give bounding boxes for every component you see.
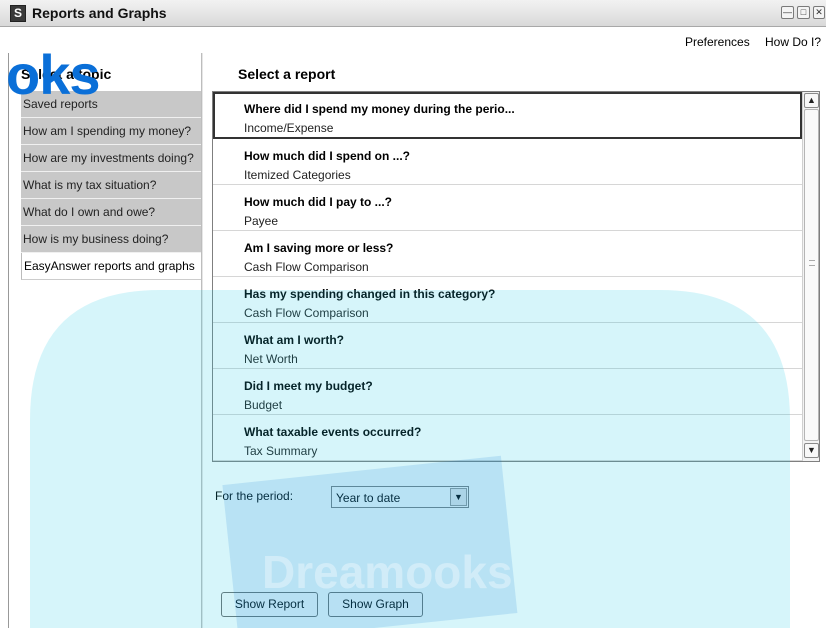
how-do-i-link[interactable]: How Do I? bbox=[765, 35, 821, 49]
report-type: Payee bbox=[244, 214, 279, 228]
topic-item-own-owe[interactable]: What do I own and owe? bbox=[21, 199, 202, 226]
topic-panel: Select a topic Saved reports How am I sp… bbox=[8, 53, 202, 628]
report-row[interactable]: Am I saving more or less? Cash Flow Comp… bbox=[213, 231, 802, 277]
show-report-button[interactable]: Show Report bbox=[221, 592, 318, 617]
topic-item-saved-reports[interactable]: Saved reports bbox=[21, 91, 202, 118]
minimize-icon[interactable]: — bbox=[781, 6, 794, 19]
report-scrollbar[interactable]: ▲ ▼ bbox=[802, 92, 819, 461]
topic-item-business[interactable]: How is my business doing? bbox=[21, 226, 202, 253]
report-question: How much did I spend on ...? bbox=[244, 149, 410, 163]
topic-heading: Select a topic bbox=[21, 66, 112, 82]
period-value: Year to date bbox=[336, 491, 401, 505]
report-row[interactable]: Where did I spend my money during the pe… bbox=[213, 92, 802, 139]
title-bar: S Reports and Graphs — □ ✕ bbox=[0, 0, 826, 27]
report-question: What taxable events occurred? bbox=[244, 425, 422, 439]
report-heading: Select a report bbox=[238, 66, 336, 82]
report-question: Am I saving more or less? bbox=[244, 241, 394, 255]
maximize-icon[interactable]: □ bbox=[797, 6, 810, 19]
close-icon[interactable]: ✕ bbox=[813, 6, 825, 19]
topic-list: Saved reports How am I spending my money… bbox=[21, 91, 202, 280]
report-row[interactable]: What am I worth? Net Worth bbox=[213, 323, 802, 369]
window-title: Reports and Graphs bbox=[32, 5, 167, 21]
scroll-down-icon[interactable]: ▼ bbox=[804, 443, 819, 458]
report-question: Did I meet my budget? bbox=[244, 379, 373, 393]
report-row[interactable]: How much did I spend on ...? Itemized Ca… bbox=[213, 139, 802, 185]
report-type: Net Worth bbox=[244, 352, 298, 366]
report-type: Cash Flow Comparison bbox=[244, 260, 369, 274]
report-row[interactable]: Has my spending changed in this category… bbox=[213, 277, 802, 323]
topic-item-easyanswer[interactable]: EasyAnswer reports and graphs bbox=[21, 253, 202, 280]
grip-icon bbox=[809, 260, 815, 266]
scroll-up-icon[interactable]: ▲ bbox=[804, 93, 819, 108]
panel-splitter[interactable] bbox=[201, 53, 203, 628]
preferences-link[interactable]: Preferences bbox=[685, 35, 750, 49]
show-graph-button[interactable]: Show Graph bbox=[328, 592, 423, 617]
period-label: For the period: bbox=[215, 489, 294, 503]
report-list: Where did I spend my money during the pe… bbox=[213, 92, 802, 461]
topic-item-investments[interactable]: How are my investments doing? bbox=[21, 145, 202, 172]
report-type: Itemized Categories bbox=[244, 168, 351, 182]
report-question: What am I worth? bbox=[244, 333, 344, 347]
scroll-thumb[interactable] bbox=[804, 109, 819, 441]
menu-row: Preferences How Do I? bbox=[0, 27, 826, 53]
report-type: Income/Expense bbox=[244, 121, 334, 135]
topic-item-spending[interactable]: How am I spending my money? bbox=[21, 118, 202, 145]
report-question: Has my spending changed in this category… bbox=[244, 287, 496, 301]
report-question: Where did I spend my money during the pe… bbox=[244, 102, 515, 116]
report-type: Cash Flow Comparison bbox=[244, 306, 369, 320]
report-row[interactable]: What taxable events occurred? Tax Summar… bbox=[213, 415, 802, 461]
app-icon: S bbox=[10, 5, 26, 22]
watermark-bottom-text: Dreamooks bbox=[262, 546, 513, 598]
period-select[interactable]: Year to date ▼ bbox=[331, 486, 469, 508]
report-type: Tax Summary bbox=[244, 444, 318, 458]
report-type: Budget bbox=[244, 398, 283, 412]
report-row[interactable]: Did I meet my budget? Budget bbox=[213, 369, 802, 415]
topic-item-tax[interactable]: What is my tax situation? bbox=[21, 172, 202, 199]
chevron-down-icon[interactable]: ▼ bbox=[450, 488, 467, 506]
report-question: How much did I pay to ...? bbox=[244, 195, 393, 209]
report-list-box: Where did I spend my money during the pe… bbox=[212, 91, 820, 462]
report-row[interactable]: How much did I pay to ...? Payee bbox=[213, 185, 802, 231]
